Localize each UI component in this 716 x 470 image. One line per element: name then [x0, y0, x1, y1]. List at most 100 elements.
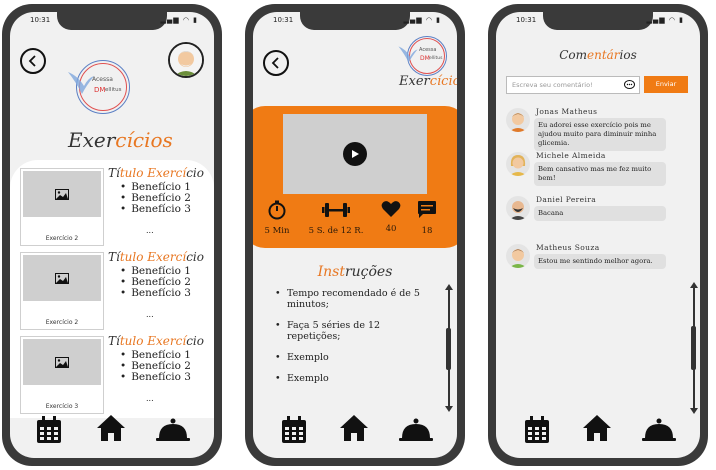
- scrollbar[interactable]: [445, 284, 453, 412]
- instruction-item: Faça 5 séries de 12 repetições;: [275, 320, 435, 342]
- instructions-list: Tempo recomendado é de 5 minutos; Faça 5…: [275, 288, 435, 394]
- stat-series: 5 S. de 12 R.: [303, 200, 369, 236]
- logo-text-acessa: Acessa: [419, 47, 437, 53]
- comment-text: Bacana: [534, 206, 666, 221]
- status-bar: 10:31 ▂▄▆ ◠ ▮: [10, 16, 214, 28]
- phone-comments: 10:31 ▂▄▆ ◠ ▮ Comentários Escreva seu co…: [488, 4, 708, 466]
- man-avatar-icon: [509, 113, 527, 132]
- status-icons: ▂▄▆ ◠ ▮: [160, 16, 198, 24]
- exercise-card[interactable]: Exercício 2 Título Exercício Benefício 1…: [20, 166, 204, 246]
- phone-exercise-detail: 10:31 ▂▄▆ ◠ ▮ Acessa DM ellitus Exercíci…: [245, 4, 465, 466]
- exercise-card[interactable]: Exercício 3 Título Exercício Benefício 1…: [20, 334, 204, 414]
- stat-duration-value: 5 Min: [264, 226, 290, 236]
- phone-exercises-list: 10:31 ▂▄▆ ◠ ▮ Acessa DM ellitus Exercíci…: [2, 4, 222, 466]
- home-icon[interactable]: [582, 414, 612, 442]
- exercise-title: Título Exercício: [108, 334, 204, 348]
- bottom-nav: [10, 414, 214, 450]
- avatar: [506, 196, 530, 220]
- status-time: 10:31: [273, 16, 294, 24]
- bird-icon: [398, 46, 418, 63]
- comments-title: Comentários: [559, 48, 637, 62]
- bottom-nav: [496, 414, 700, 450]
- exercise-list: Exercício 2 Título Exercício Benefício 1…: [10, 160, 214, 418]
- status-time: 10:31: [516, 16, 537, 24]
- calendar-icon[interactable]: [524, 416, 550, 444]
- page-title: Exercícios: [399, 74, 457, 89]
- image-icon: [55, 272, 69, 284]
- arrow-down-icon: [445, 406, 453, 412]
- video-player[interactable]: [283, 114, 427, 194]
- avatar: [506, 152, 530, 176]
- play-icon: [352, 150, 359, 158]
- comment-author: Jonas Matheus: [536, 107, 598, 116]
- status-icons: ▂▄▆ ◠ ▮: [646, 16, 684, 24]
- chevron-left-icon: [271, 57, 279, 69]
- comment-input[interactable]: Escreva seu comentário!: [506, 76, 640, 94]
- bearded-man-avatar-icon: [509, 201, 527, 220]
- scrollbar-thumb[interactable]: [691, 326, 696, 370]
- exercise-title: Título Exercício: [108, 250, 204, 264]
- play-button[interactable]: [343, 142, 367, 166]
- benefit-list: Benefício 1 Benefício 2 Benefício 3: [120, 266, 191, 299]
- instruction-item: Exemplo: [275, 352, 435, 363]
- exercise-caption: Exercício 2: [45, 319, 79, 326]
- comment-item: Daniel Pereira Bacana: [506, 195, 686, 228]
- send-button[interactable]: Enviar: [644, 76, 688, 93]
- home-icon[interactable]: [96, 414, 126, 442]
- benefit-item: Benefício 3: [120, 288, 191, 299]
- logo-text-ellitus: ellitus: [429, 56, 443, 61]
- stat-likes[interactable]: 40: [377, 200, 405, 234]
- exercise-thumbnail[interactable]: Exercício 2: [20, 252, 104, 330]
- benefit-more: ...: [146, 310, 154, 319]
- comment-item: Jonas Matheus Eu adorei esse exercício p…: [506, 107, 686, 151]
- calendar-icon[interactable]: [36, 416, 62, 444]
- food-cloche-icon[interactable]: [642, 418, 676, 442]
- app-logo: Acessa DM ellitus: [66, 56, 138, 126]
- scrollbar[interactable]: [690, 282, 698, 414]
- exercise-thumbnail[interactable]: Exercício 3: [20, 336, 104, 414]
- image-placeholder: [23, 339, 101, 385]
- status-time: 10:31: [30, 16, 51, 24]
- stat-likes-value: 40: [385, 224, 397, 234]
- stat-comments[interactable]: 18: [413, 200, 441, 236]
- comment-author: Daniel Pereira: [536, 195, 597, 204]
- elderly-man-avatar-icon: [170, 44, 202, 76]
- chevron-left-icon: [28, 55, 36, 67]
- back-button[interactable]: [20, 48, 46, 74]
- exercise-caption: Exercício 2: [45, 235, 79, 242]
- young-man-avatar-icon: [509, 249, 527, 268]
- image-icon: [55, 188, 69, 200]
- benefit-list: Benefício 1 Benefício 2 Benefício 3: [120, 182, 191, 215]
- food-cloche-icon[interactable]: [399, 418, 433, 442]
- screen-exercise-detail: 10:31 ▂▄▆ ◠ ▮ Acessa DM ellitus Exercíci…: [253, 12, 457, 458]
- comment-text: Eu adorei esse exercício pois me ajudou …: [534, 118, 666, 151]
- food-cloche-icon[interactable]: [156, 418, 190, 442]
- screen-exercises-list: 10:31 ▂▄▆ ◠ ▮ Acessa DM ellitus Exercíci…: [10, 12, 214, 458]
- benefit-item: Benefício 3: [120, 204, 191, 215]
- stat-comments-value: 18: [421, 226, 433, 236]
- status-bar: 10:31 ▂▄▆ ◠ ▮: [253, 16, 457, 28]
- user-avatar[interactable]: [168, 42, 204, 78]
- calendar-icon[interactable]: [281, 416, 307, 444]
- comment-icon: [418, 201, 436, 218]
- heart-icon: [381, 201, 401, 217]
- dumbbell-icon: [322, 203, 350, 217]
- comment-item: Michele Almeida Bem cansativo mas me fez…: [506, 151, 686, 186]
- avatar: [506, 108, 530, 132]
- back-button[interactable]: [263, 50, 289, 76]
- bottom-nav: [253, 414, 457, 450]
- scrollbar-thumb[interactable]: [446, 328, 451, 370]
- benefit-item: Benefício 3: [120, 372, 191, 383]
- instruction-item: Exemplo: [275, 373, 435, 384]
- status-icons: ▂▄▆ ◠ ▮: [403, 16, 441, 24]
- instruction-item: Tempo recomendado é de 5 minutos;: [275, 288, 435, 310]
- bird-icon: [68, 72, 94, 94]
- image-placeholder: [23, 255, 101, 301]
- status-bar: 10:31 ▂▄▆ ◠ ▮: [496, 16, 700, 28]
- exercise-card[interactable]: Exercício 2 Título Exercício Benefício 1…: [20, 250, 204, 330]
- exercise-thumbnail[interactable]: Exercício 2: [20, 168, 104, 246]
- benefit-more: ...: [146, 226, 154, 235]
- home-icon[interactable]: [339, 414, 369, 442]
- avatar: [506, 244, 530, 268]
- image-icon: [55, 356, 69, 368]
